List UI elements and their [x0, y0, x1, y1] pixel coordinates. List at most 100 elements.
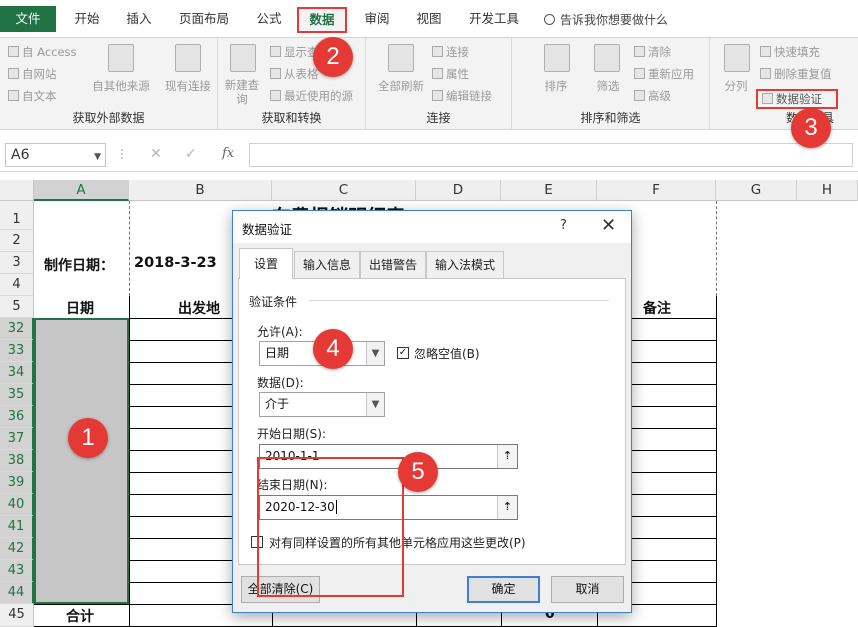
tab-settings[interactable]: 设置	[239, 248, 293, 279]
row-header-36[interactable]: 36	[0, 406, 34, 428]
edit-links-icon	[432, 90, 443, 101]
row-header-41[interactable]: 41	[0, 516, 34, 538]
tab-input-message[interactable]: 输入信息	[294, 251, 360, 278]
row-header-32[interactable]: 32	[0, 318, 34, 340]
row-header-34[interactable]: 34	[0, 362, 34, 384]
row-header-35[interactable]: 35	[0, 384, 34, 406]
tab-developer[interactable]: 开发工具	[465, 7, 523, 33]
row-header-38[interactable]: 38	[0, 450, 34, 472]
help-button[interactable]: ?	[560, 218, 567, 233]
confirm-edit-button[interactable]: ✓	[185, 146, 197, 162]
data-validation-button[interactable]: 数据验证	[756, 89, 838, 109]
cell-created-value[interactable]: 2018-3-23	[134, 255, 217, 271]
cell-total-label[interactable]: 合计	[66, 606, 94, 626]
cell-header-note[interactable]: 备注	[643, 298, 671, 318]
ok-button[interactable]: 确定	[467, 576, 540, 603]
cell-created-label[interactable]: 制作日期：	[44, 255, 114, 275]
highlight-box	[257, 457, 404, 597]
row-header-2[interactable]: 2	[0, 230, 34, 252]
row-header-43[interactable]: 43	[0, 560, 34, 582]
col-header-h[interactable]: H	[797, 180, 858, 201]
chevron-down-icon[interactable]: ▼	[94, 146, 101, 168]
from-access-button[interactable]: 自 Access	[8, 44, 77, 60]
row-header-45[interactable]: 45	[0, 604, 34, 627]
row-header-37[interactable]: 37	[0, 428, 34, 450]
chevron-down-icon[interactable]: ▼	[366, 342, 384, 365]
name-box-value: A6	[11, 147, 30, 163]
tab-data[interactable]: 数据	[297, 7, 347, 33]
tab-review[interactable]: 审阅	[360, 7, 394, 33]
row-header-39[interactable]: 39	[0, 472, 34, 494]
formula-input[interactable]	[249, 143, 853, 167]
row-header-5[interactable]: 5	[0, 296, 34, 318]
recent-sources-button[interactable]: 最近使用的源	[270, 88, 353, 104]
tab-error-alert[interactable]: 出错警告	[360, 251, 426, 278]
col-header-f[interactable]: F	[597, 180, 716, 201]
tab-home[interactable]: 开始	[70, 7, 104, 33]
group-get-external-data: 自 Access 自网站 自文本 自其他来源 现有连接 获取外部数据	[0, 38, 218, 130]
data-operator-select[interactable]: 介于 ▼	[259, 392, 385, 417]
from-web-button[interactable]: 自网站	[8, 66, 57, 82]
connections-button[interactable]: 连接	[432, 44, 469, 60]
flash-fill-button[interactable]: 快速填充	[760, 44, 820, 60]
insert-function-button[interactable]: fx	[222, 146, 234, 161]
col-header-c[interactable]: C	[272, 180, 416, 201]
col-header-g[interactable]: G	[716, 180, 797, 201]
close-button[interactable]: ✕	[601, 215, 616, 236]
filter-icon	[594, 44, 620, 72]
data-operator-value: 介于	[265, 397, 290, 411]
tab-view[interactable]: 视图	[412, 7, 446, 33]
cancel-button[interactable]: 取消	[551, 576, 624, 603]
selected-range-a32-a44[interactable]	[34, 318, 129, 604]
sort-button[interactable]: 排序	[536, 78, 576, 94]
advanced-filter-button[interactable]: 高级	[634, 88, 671, 104]
new-query-button[interactable]: 新建查询	[222, 78, 262, 106]
row-header-44[interactable]: 44	[0, 582, 34, 604]
refresh-all-button[interactable]: 全部刷新	[372, 78, 430, 94]
from-text-label: 自文本	[22, 89, 57, 103]
from-text-button[interactable]: 自文本	[8, 88, 57, 104]
advanced-filter-icon	[634, 90, 645, 101]
tab-insert[interactable]: 插入	[122, 7, 156, 33]
tab-ime-mode[interactable]: 输入法模式	[426, 251, 504, 278]
cell-header-date[interactable]: 日期	[66, 298, 94, 318]
range-picker-icon[interactable]: ⇡	[497, 445, 517, 468]
ignore-blank-label[interactable]: 忽略空值(B)	[414, 345, 480, 362]
name-box[interactable]: A6 ▼	[5, 143, 106, 167]
tab-page-layout[interactable]: 页面布局	[175, 7, 233, 33]
cancel-edit-button[interactable]: ✕	[150, 146, 162, 162]
row-header-4[interactable]: 4	[0, 274, 34, 296]
edit-links-button[interactable]: 编辑链接	[432, 88, 492, 104]
group-connections: 全部刷新 连接 属性 编辑链接 连接	[366, 38, 512, 130]
row-header-42[interactable]: 42	[0, 538, 34, 560]
existing-connections-button[interactable]: 现有连接	[160, 78, 216, 94]
row-header-3[interactable]: 3	[0, 252, 34, 274]
tab-file[interactable]: 文件	[0, 6, 56, 32]
chevron-down-icon[interactable]: ▼	[366, 393, 384, 416]
from-table-button[interactable]: 从表格	[270, 66, 319, 82]
col-header-e[interactable]: E	[501, 180, 597, 201]
data-label: 数据(D):	[257, 376, 304, 390]
tell-me-search[interactable]: 告诉我你想要做什么	[544, 7, 668, 33]
data-validation-dialog: 数据验证 ? ✕ 设置 输入信息 出错警告 输入法模式 验证条件 允许(A): …	[232, 210, 632, 613]
filter-button[interactable]: 筛选	[588, 78, 628, 94]
range-picker-icon[interactable]: ⇡	[497, 496, 517, 519]
row-header-40[interactable]: 40	[0, 494, 34, 516]
col-header-b[interactable]: B	[129, 180, 272, 201]
page-break-line	[129, 201, 130, 296]
ignore-blank-checkbox[interactable]: ✓	[397, 347, 409, 359]
formula-bar: A6 ▼ ⋮ ✕ ✓ fx	[0, 138, 858, 172]
col-header-a[interactable]: A	[34, 180, 129, 201]
select-all-corner[interactable]	[0, 180, 34, 201]
text-to-columns-button[interactable]: 分列	[716, 78, 756, 94]
col-header-d[interactable]: D	[416, 180, 501, 201]
remove-duplicates-button[interactable]: 删除重复值	[760, 66, 832, 82]
clear-filter-button[interactable]: 清除	[634, 44, 671, 60]
properties-button[interactable]: 属性	[432, 66, 469, 82]
tab-formulas[interactable]: 公式	[252, 7, 286, 33]
reapply-button[interactable]: 重新应用	[634, 66, 694, 82]
row-header-1[interactable]: 1	[0, 201, 34, 230]
row-header-33[interactable]: 33	[0, 340, 34, 362]
other-sources-button[interactable]: 自其他来源	[88, 78, 154, 94]
cell-header-from[interactable]: 出发地	[178, 298, 220, 318]
